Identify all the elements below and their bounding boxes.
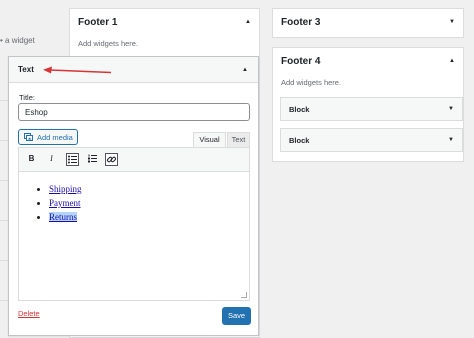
resize-handle-icon[interactable] bbox=[241, 292, 247, 298]
tab-visual[interactable]: Visual bbox=[193, 132, 226, 147]
numbered-list-icon bbox=[88, 154, 97, 163]
title-label: Title: bbox=[19, 93, 35, 102]
numbered-list-button[interactable] bbox=[86, 153, 99, 166]
text-widget-name: Text bbox=[18, 65, 34, 74]
available-widgets-hint: • a widget bbox=[0, 36, 35, 45]
rich-text-editor: B I • Shipping • Payment • Returns bbox=[18, 147, 250, 301]
widget-area-footer-4: Footer 4 ▲ Add widgets here. Block ▼ Blo… bbox=[272, 47, 464, 162]
widget-area-title: Footer 1 bbox=[78, 17, 118, 28]
shipping-link[interactable]: Shipping bbox=[49, 184, 82, 194]
tab-text[interactable]: Text bbox=[227, 132, 250, 147]
delete-link[interactable]: Delete bbox=[18, 309, 40, 318]
link-icon bbox=[106, 156, 117, 163]
media-icon bbox=[24, 133, 33, 141]
save-button[interactable]: Save bbox=[222, 307, 251, 325]
widget-area-description: Add widgets here. bbox=[78, 39, 139, 48]
widget-area-footer-3[interactable]: Footer 3 ▼ bbox=[272, 8, 464, 38]
widget-area-description: Add widgets here. bbox=[281, 78, 342, 87]
editor-content[interactable]: Shipping Payment Returns bbox=[19, 172, 249, 300]
list-item: Returns bbox=[49, 210, 82, 224]
list-item: Payment bbox=[49, 196, 82, 210]
widget-block[interactable]: Block ▼ bbox=[280, 128, 463, 152]
bulleted-list-button[interactable] bbox=[66, 153, 79, 166]
returns-link[interactable]: Returns bbox=[49, 212, 77, 222]
insert-link-button[interactable] bbox=[105, 153, 118, 166]
editor-toolbar: B I bbox=[19, 148, 249, 172]
widget-block-label: Block bbox=[289, 136, 310, 145]
widget-area-title: Footer 4 bbox=[281, 56, 321, 67]
widget-block-label: Block bbox=[289, 105, 310, 114]
title-input[interactable] bbox=[18, 103, 250, 121]
list-item: Shipping bbox=[49, 182, 82, 196]
bold-button[interactable]: B bbox=[25, 153, 38, 166]
collapse-caret-icon[interactable]: ▲ bbox=[245, 19, 251, 25]
italic-button[interactable]: I bbox=[45, 153, 58, 166]
collapse-caret-icon[interactable]: ▲ bbox=[449, 58, 455, 64]
text-widget-panel: Text ▲ Title: Add media Visual Text B I bbox=[8, 56, 259, 336]
payment-link[interactable]: Payment bbox=[49, 198, 81, 208]
collapse-caret-icon[interactable]: ▲ bbox=[242, 67, 248, 73]
annotation-arrow-icon bbox=[43, 66, 112, 74]
bulleted-list-icon bbox=[68, 155, 77, 164]
expand-caret-icon[interactable]: ▼ bbox=[448, 106, 454, 112]
widget-area-title: Footer 3 bbox=[281, 17, 321, 28]
add-media-label: Add media bbox=[37, 133, 73, 142]
widget-block[interactable]: Block ▼ bbox=[280, 97, 463, 121]
expand-caret-icon[interactable]: ▼ bbox=[448, 137, 454, 143]
expand-caret-icon[interactable]: ▼ bbox=[449, 19, 455, 25]
links-list: Shipping Payment Returns bbox=[49, 182, 82, 224]
add-media-button[interactable]: Add media bbox=[18, 129, 78, 145]
